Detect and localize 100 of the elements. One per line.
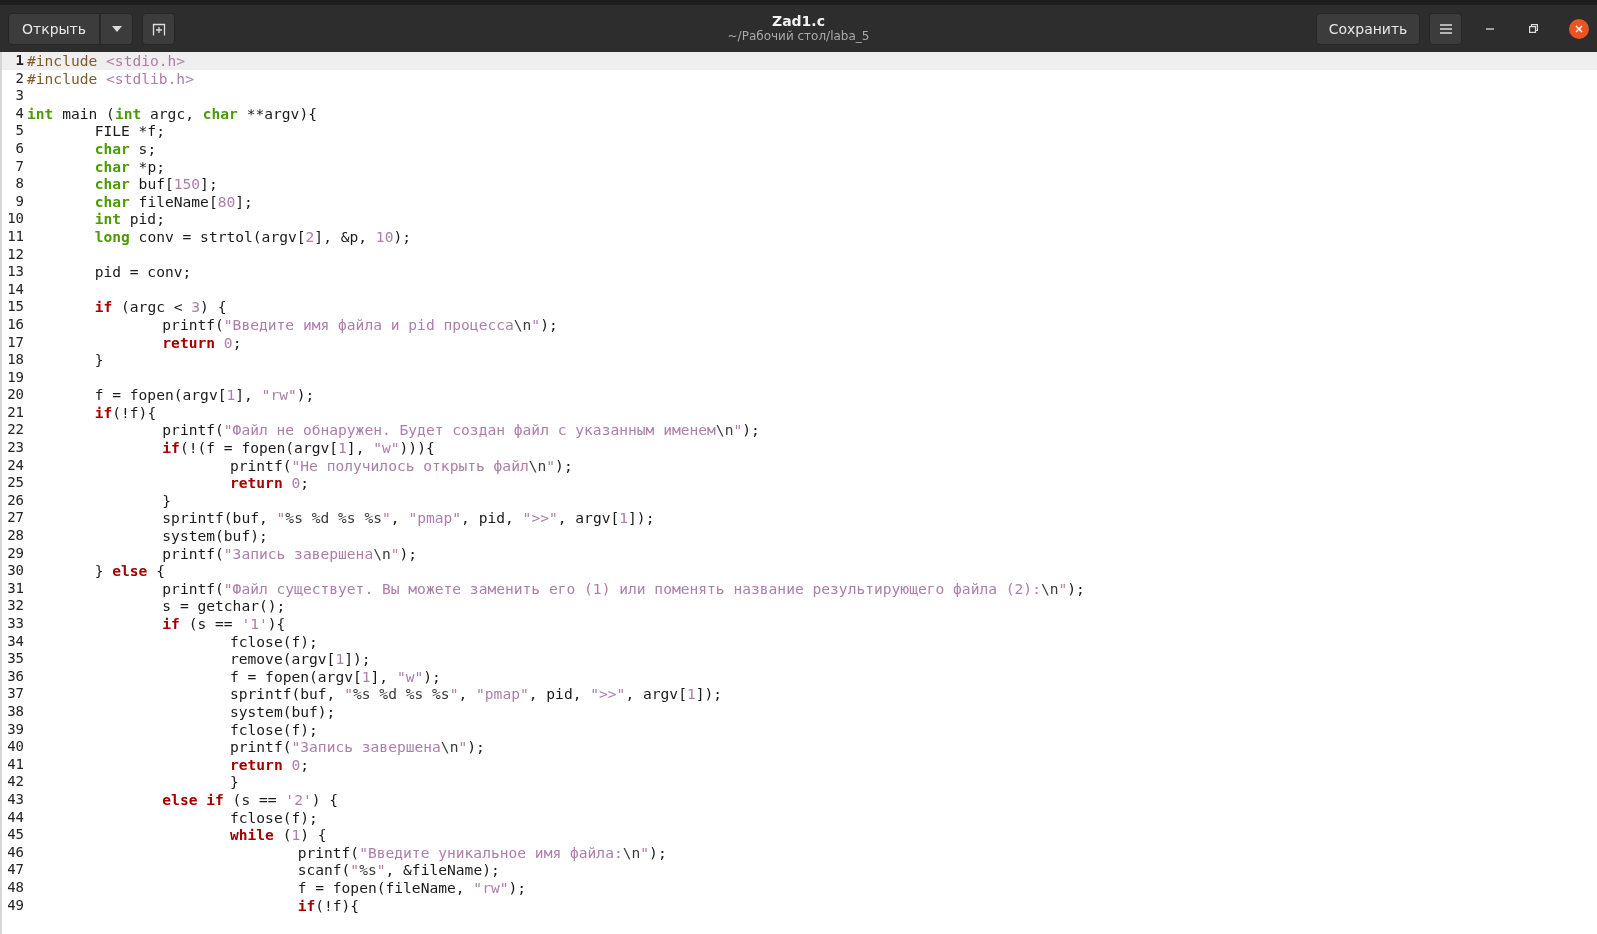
code-line: remove(argv[1]); [228, 650, 371, 668]
save-button[interactable]: Сохранить [1316, 12, 1420, 45]
line-number: 19 [6, 368, 25, 387]
code-line: if (argc < 3) { [93, 298, 227, 316]
line-number: 29 [6, 544, 25, 563]
line-number: 49 [6, 896, 25, 915]
line-number: 36 [6, 667, 25, 686]
code-line: printf("Введите уникальное имя файла:\n"); [296, 843, 667, 862]
code-line: #include <stdio.h> [26, 52, 186, 70]
code-line: return 0; [228, 474, 310, 492]
file-path: ~/Рабочий стол/laba_5 [727, 29, 870, 44]
code-line: long conv = strtol(argv[2], &p, 10); [93, 227, 411, 246]
line-number: 48 [6, 878, 25, 897]
restore-icon [1528, 24, 1538, 33]
line-number: 20 [6, 386, 25, 404]
code-line: } [228, 773, 239, 791]
code-line: system(buf); [161, 527, 268, 545]
code-line: sprintf(buf, "%s %d %s %s", "pmap", pid, ">>", argv[1]); [161, 509, 655, 528]
line-number: 22 [6, 421, 25, 440]
close-icon [1575, 24, 1583, 33]
code-line: system(buf); [228, 702, 336, 721]
code-line: } [93, 351, 104, 369]
line-number: 16 [6, 315, 25, 334]
line-number: 35 [6, 650, 25, 668]
code-line: printf("Введите имя файла и pid процесса\n"); [161, 315, 558, 334]
line-number: 33 [6, 615, 25, 633]
line-number: 31 [6, 579, 25, 598]
code-line: printf("Запись завершена\n"); [228, 738, 485, 756]
line-number: 3 [14, 87, 25, 105]
line-number: 9 [14, 192, 25, 211]
code-line: f = fopen(argv[1], "w"); [228, 667, 441, 686]
code-line: else if (s == '2') { [161, 790, 339, 809]
code-line: f = fopen(fileName, "rw"); [296, 878, 527, 897]
line-number: 45 [6, 826, 25, 844]
code-line: fclose(f); [228, 808, 318, 827]
line-number: 30 [6, 562, 25, 580]
code-line: FILE *f; [93, 122, 165, 140]
window-title: Zad1.c [772, 13, 825, 29]
line-number: 32 [6, 597, 25, 615]
minimize-icon [1486, 27, 1494, 30]
line-number: 21 [6, 403, 25, 422]
code-line: if(!(f = fopen(argv[1], "w"))){ [161, 439, 435, 457]
close-button[interactable] [1569, 18, 1589, 39]
line-number: 26 [6, 491, 25, 510]
code-line: if(!f){ [93, 403, 157, 422]
code-line: fclose(f); [228, 632, 318, 651]
code-line: fclose(f); [228, 720, 318, 739]
menu-button[interactable] [1429, 12, 1462, 45]
line-number: 23 [6, 439, 25, 457]
line-number: 47 [6, 861, 25, 879]
code-line: int main (int argc, char **argv){ [26, 104, 317, 123]
line-number: 37 [6, 685, 25, 703]
line-number: 14 [6, 280, 25, 299]
code-line: char s; [93, 139, 157, 158]
code-line: printf("Запись завершена\n"); [161, 544, 418, 563]
line-number: 44 [6, 808, 25, 827]
code-line: return 0; [228, 755, 310, 774]
code-line: while (1) { [228, 826, 327, 844]
line-number: 38 [6, 702, 25, 721]
line-number: 17 [6, 333, 25, 352]
code-line: return 0; [161, 333, 242, 352]
code-line: sprintf(buf, "%s %d %s %s", "pmap", pid, ">>", argv[1]); [228, 685, 723, 703]
line-number: 6 [14, 139, 25, 158]
line-number: 27 [6, 509, 25, 528]
line-number: 10 [6, 210, 25, 228]
code-line: if(!f){ [296, 896, 360, 915]
code-line: int pid; [93, 210, 165, 228]
code-line: } else { [93, 562, 165, 580]
line-number: 25 [6, 474, 25, 492]
line-number: 2 [14, 69, 25, 88]
code-line: if (s == '1'){ [161, 615, 286, 633]
code-line: printf("Файл не обнаружен. Будет создан файл с указанным именем\n"); [161, 421, 760, 440]
line-number: 34 [6, 632, 25, 651]
line-number: 40 [6, 738, 25, 756]
code-line: pid = conv; [93, 263, 192, 281]
caret-icon [111, 25, 122, 32]
code-line: char fileName[80]; [93, 192, 253, 211]
line-number: 12 [6, 245, 25, 264]
menu-icon [1439, 23, 1452, 34]
line-number: 8 [14, 175, 25, 193]
code-line: printf("Файл существует. Вы можете заменить его (1) или поменять название результирующего файла (2):\n"); [161, 579, 1085, 598]
new-tab-button[interactable] [142, 12, 175, 45]
line-number: 24 [6, 456, 25, 475]
open-button[interactable]: Открыть [8, 12, 100, 45]
line-number: 28 [6, 527, 25, 545]
code-line: char *p; [93, 157, 165, 176]
line-number: 11 [6, 227, 25, 246]
line-number: 46 [6, 843, 25, 862]
code-line: scanf("%s", &fileName); [296, 861, 500, 879]
code-line: #include <stdlib.h> [26, 69, 194, 88]
code-line: s = getchar(); [161, 597, 286, 615]
line-number: 7 [14, 157, 25, 176]
line-number: 39 [6, 720, 25, 739]
line-number: 43 [6, 790, 25, 809]
line-number: 13 [6, 263, 25, 281]
line-number: 5 [14, 122, 25, 140]
line-number: 4 [14, 104, 25, 123]
open-menu-button[interactable] [100, 12, 133, 45]
code-line: f = fopen(argv[1], "rw"); [93, 386, 315, 404]
code-line: printf("Не получилось открыть файл\n"); [228, 456, 573, 475]
